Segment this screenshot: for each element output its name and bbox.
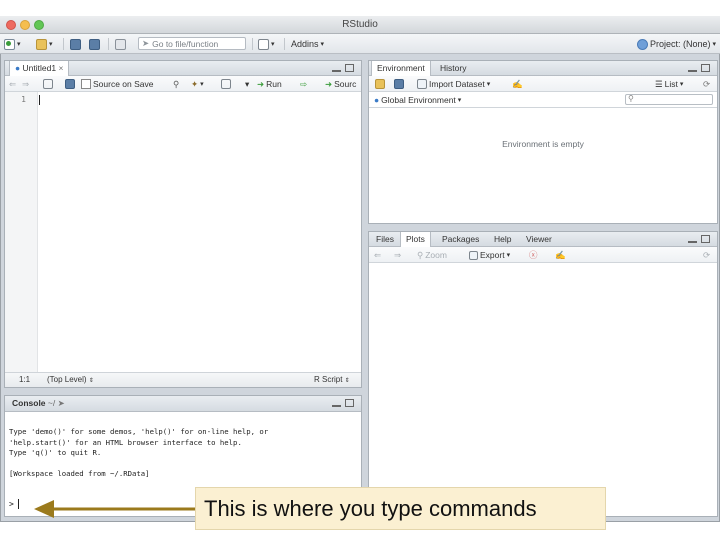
annotation-arrow <box>34 500 196 518</box>
annotation-text: This is where you type commands <box>204 496 537 521</box>
annotation-callout: This is where you type commands <box>195 487 606 530</box>
